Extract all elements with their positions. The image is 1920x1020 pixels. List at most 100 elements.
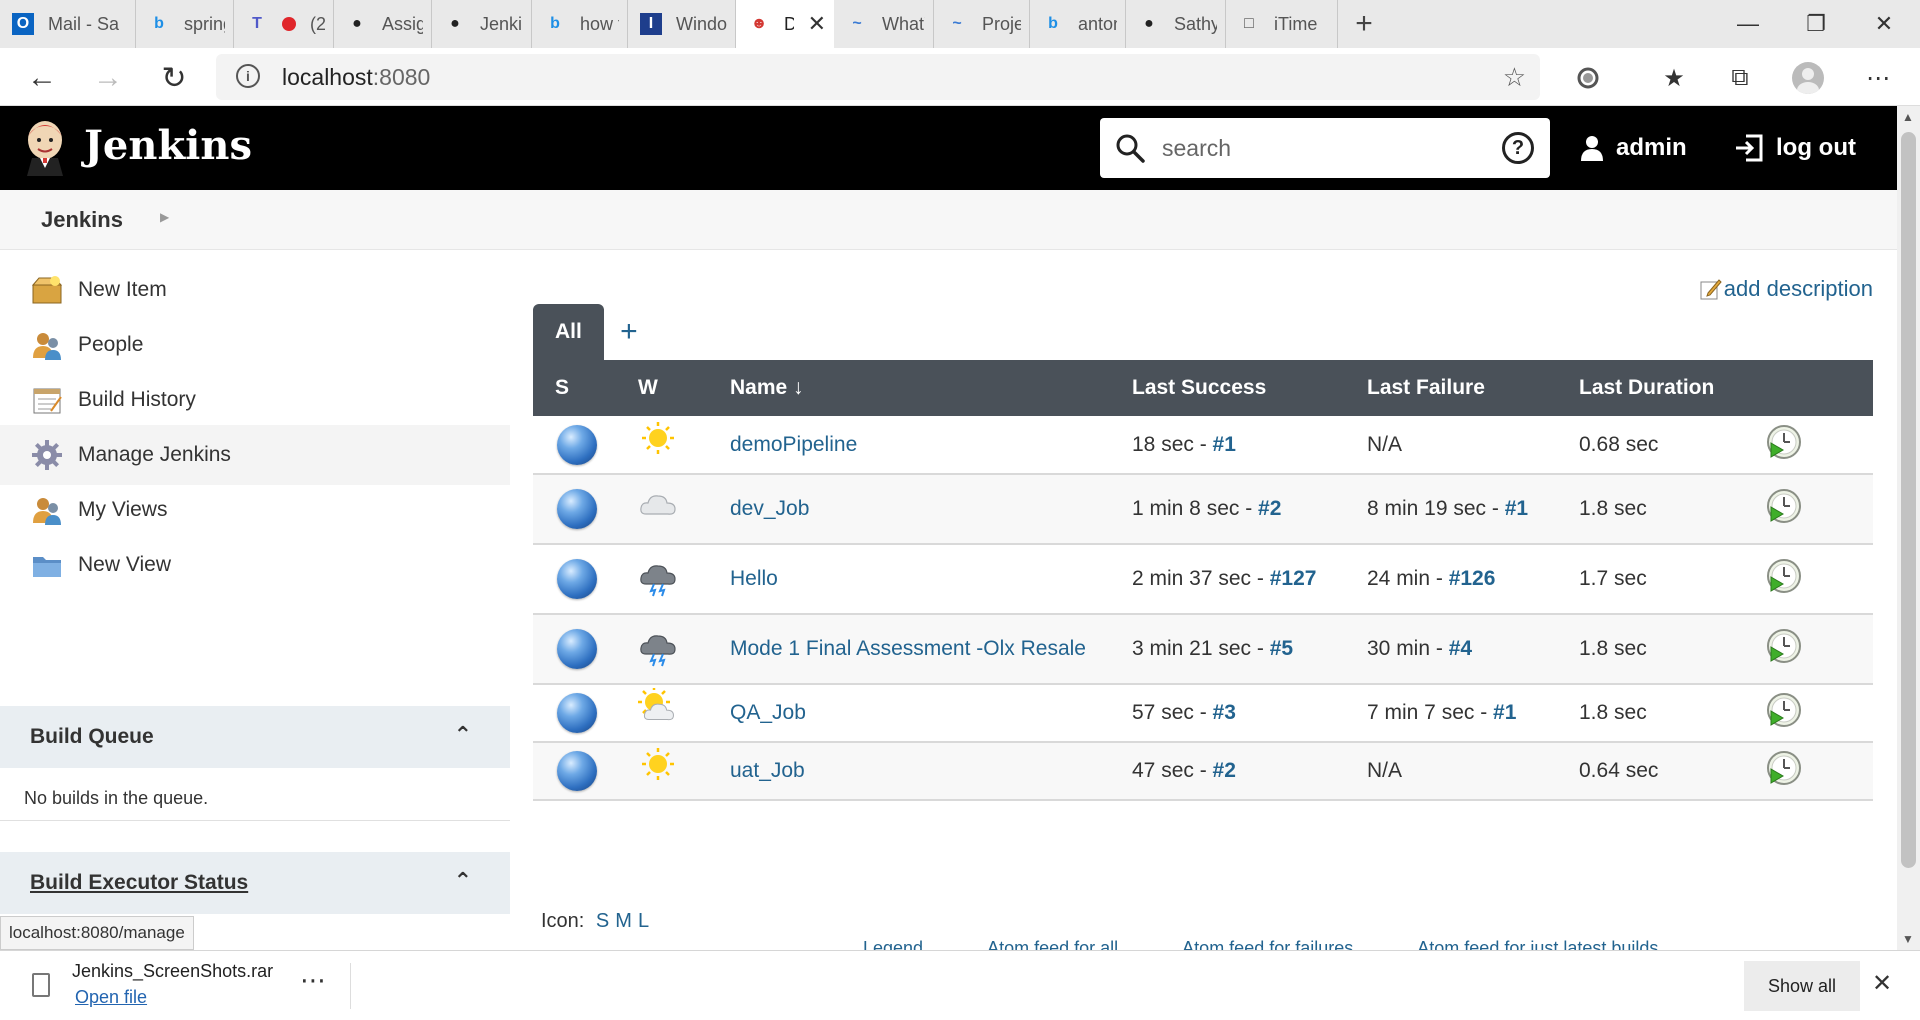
- chevron-up-icon[interactable]: ⌃: [454, 722, 472, 748]
- breadcrumb-jenkins[interactable]: Jenkins: [41, 207, 123, 233]
- column-status[interactable]: S: [533, 360, 638, 416]
- add-view-button[interactable]: +: [604, 304, 654, 360]
- collections-icon[interactable]: ⧉: [1722, 60, 1758, 96]
- extension-icon[interactable]: [1570, 60, 1606, 96]
- status-ball-icon[interactable]: [557, 629, 597, 669]
- scroll-down-icon[interactable]: ▼: [1902, 932, 1914, 946]
- atom-feed-failures-link[interactable]: Atom feed for failures: [1182, 938, 1353, 950]
- download-filename[interactable]: Jenkins_ScreenShots.rar: [72, 961, 273, 982]
- minimize-icon[interactable]: —: [1714, 0, 1782, 48]
- icon-size-l[interactable]: L: [638, 910, 649, 932]
- schedule-build-icon[interactable]: [1765, 487, 1803, 525]
- column-name[interactable]: Name ↓: [730, 360, 1132, 416]
- status-ball-icon[interactable]: [557, 693, 597, 733]
- chevron-up-icon[interactable]: ⌃: [454, 868, 472, 894]
- more-options-icon[interactable]: ⋯: [300, 965, 326, 996]
- tab-all[interactable]: All: [533, 304, 604, 360]
- restore-icon[interactable]: ❐: [1782, 0, 1850, 48]
- sidebar-item-manage-jenkins[interactable]: Manage Jenkins: [0, 425, 510, 485]
- settings-more-icon[interactable]: ⋯: [1860, 60, 1896, 96]
- job-link[interactable]: Mode 1 Final Assessment -Olx Resale: [730, 637, 1086, 660]
- status-ball-icon[interactable]: [557, 751, 597, 791]
- last-success-build-link[interactable]: #127: [1270, 567, 1317, 590]
- column-weather[interactable]: W: [638, 360, 730, 416]
- breadcrumb-arrow-icon[interactable]: ▶: [160, 210, 169, 224]
- close-icon[interactable]: ✕: [1872, 969, 1892, 998]
- browser-tab[interactable]: T (2): [234, 0, 334, 48]
- schedule-build-icon[interactable]: [1765, 691, 1803, 729]
- jenkins-logo-icon[interactable]: [22, 118, 68, 176]
- profile-avatar[interactable]: [1790, 60, 1826, 96]
- browser-tab[interactable]: ● Jenkins-: [432, 0, 532, 48]
- browser-tab[interactable]: O Mail - Sa: [0, 0, 136, 48]
- status-ball-icon[interactable]: [557, 559, 597, 599]
- job-link[interactable]: demoPipeline: [730, 433, 857, 456]
- last-success-build-link[interactable]: #2: [1213, 759, 1236, 782]
- column-last-duration[interactable]: Last Duration: [1579, 360, 1765, 416]
- new-tab-button[interactable]: +: [1338, 0, 1390, 48]
- close-window-icon[interactable]: ✕: [1850, 0, 1918, 48]
- add-description-link[interactable]: add description: [1700, 276, 1873, 302]
- schedule-build-icon[interactable]: [1765, 627, 1803, 665]
- sidebar-item-people[interactable]: People: [0, 315, 510, 375]
- browser-tab[interactable]: b spring fr: [136, 0, 234, 48]
- browser-tab[interactable]: b antongi: [1030, 0, 1126, 48]
- job-link[interactable]: Hello: [730, 567, 778, 590]
- jenkins-title[interactable]: Jenkins: [84, 122, 252, 169]
- browser-tab[interactable]: ~ Projects: [934, 0, 1030, 48]
- job-link[interactable]: dev_Job: [730, 497, 809, 520]
- last-failure-build-link[interactable]: #1: [1493, 701, 1516, 724]
- browser-tab[interactable]: I Window: [628, 0, 736, 48]
- url-field[interactable]: i localhost:8080 ☆: [216, 54, 1540, 100]
- open-file-link[interactable]: Open file: [75, 987, 147, 1008]
- search-input[interactable]: [1162, 130, 1462, 166]
- logout-link[interactable]: log out: [1734, 130, 1856, 166]
- show-all-button[interactable]: Show all: [1744, 961, 1860, 1011]
- last-success-build-link[interactable]: #2: [1258, 497, 1281, 520]
- last-success-build-link[interactable]: #3: [1213, 701, 1236, 724]
- sidebar-item-new-view[interactable]: New View: [0, 535, 510, 595]
- close-tab-icon[interactable]: ✕: [808, 11, 826, 37]
- forward-icon[interactable]: →: [86, 56, 130, 100]
- help-icon[interactable]: ?: [1502, 132, 1534, 164]
- sidebar-item-my-views[interactable]: My Views: [0, 480, 510, 540]
- favorite-star-icon[interactable]: ☆: [1503, 62, 1526, 93]
- executor-status-title[interactable]: Build Executor Status: [30, 871, 248, 895]
- column-last-success[interactable]: Last Success: [1132, 360, 1367, 416]
- last-failure-build-link[interactable]: #4: [1449, 637, 1472, 660]
- icon-size-s[interactable]: S: [596, 910, 609, 932]
- job-link[interactable]: QA_Job: [730, 701, 806, 724]
- scroll-up-icon[interactable]: ▲: [1902, 110, 1914, 124]
- schedule-build-icon[interactable]: [1765, 423, 1803, 461]
- last-success-build-link[interactable]: #1: [1213, 433, 1236, 456]
- refresh-icon[interactable]: ↻: [152, 56, 196, 100]
- job-link[interactable]: uat_Job: [730, 759, 805, 782]
- schedule-build-icon[interactable]: [1765, 557, 1803, 595]
- atom-feed-all-link[interactable]: Atom feed for all: [987, 938, 1118, 950]
- last-failure-build-link[interactable]: #1: [1505, 497, 1528, 520]
- legend-link[interactable]: Legend: [863, 938, 923, 950]
- favorites-icon[interactable]: ★: [1656, 60, 1692, 96]
- icon-size-m[interactable]: M: [615, 910, 632, 932]
- vertical-scrollbar[interactable]: ▲ ▼: [1897, 106, 1920, 950]
- schedule-build-icon[interactable]: [1765, 749, 1803, 787]
- browser-tab[interactable]: b how to: [532, 0, 628, 48]
- browser-tab[interactable]: ~ What's: [834, 0, 934, 48]
- executor-status-header[interactable]: Build Executor Status ⌃: [0, 852, 510, 914]
- back-icon[interactable]: ←: [20, 56, 64, 100]
- browser-tab[interactable]: ● Sathya-: [1126, 0, 1226, 48]
- browser-tab[interactable]: ☻ Das ✕: [736, 0, 834, 48]
- browser-tab[interactable]: ● Assign4: [334, 0, 432, 48]
- browser-tab[interactable]: □ iTime: [1226, 0, 1338, 48]
- status-ball-icon[interactable]: [557, 489, 597, 529]
- last-success-build-link[interactable]: #5: [1270, 637, 1293, 660]
- search-box[interactable]: ?: [1100, 118, 1550, 178]
- column-last-failure[interactable]: Last Failure: [1367, 360, 1579, 416]
- sidebar-item-new-item[interactable]: New Item: [0, 260, 510, 320]
- last-failure-build-link[interactable]: #126: [1449, 567, 1496, 590]
- site-info-icon[interactable]: i: [236, 64, 260, 88]
- scrollbar-thumb[interactable]: [1901, 132, 1916, 868]
- user-link[interactable]: admin: [1580, 130, 1687, 166]
- build-queue-header[interactable]: Build Queue ⌃: [0, 706, 510, 768]
- sidebar-item-build-history[interactable]: Build History: [0, 370, 510, 430]
